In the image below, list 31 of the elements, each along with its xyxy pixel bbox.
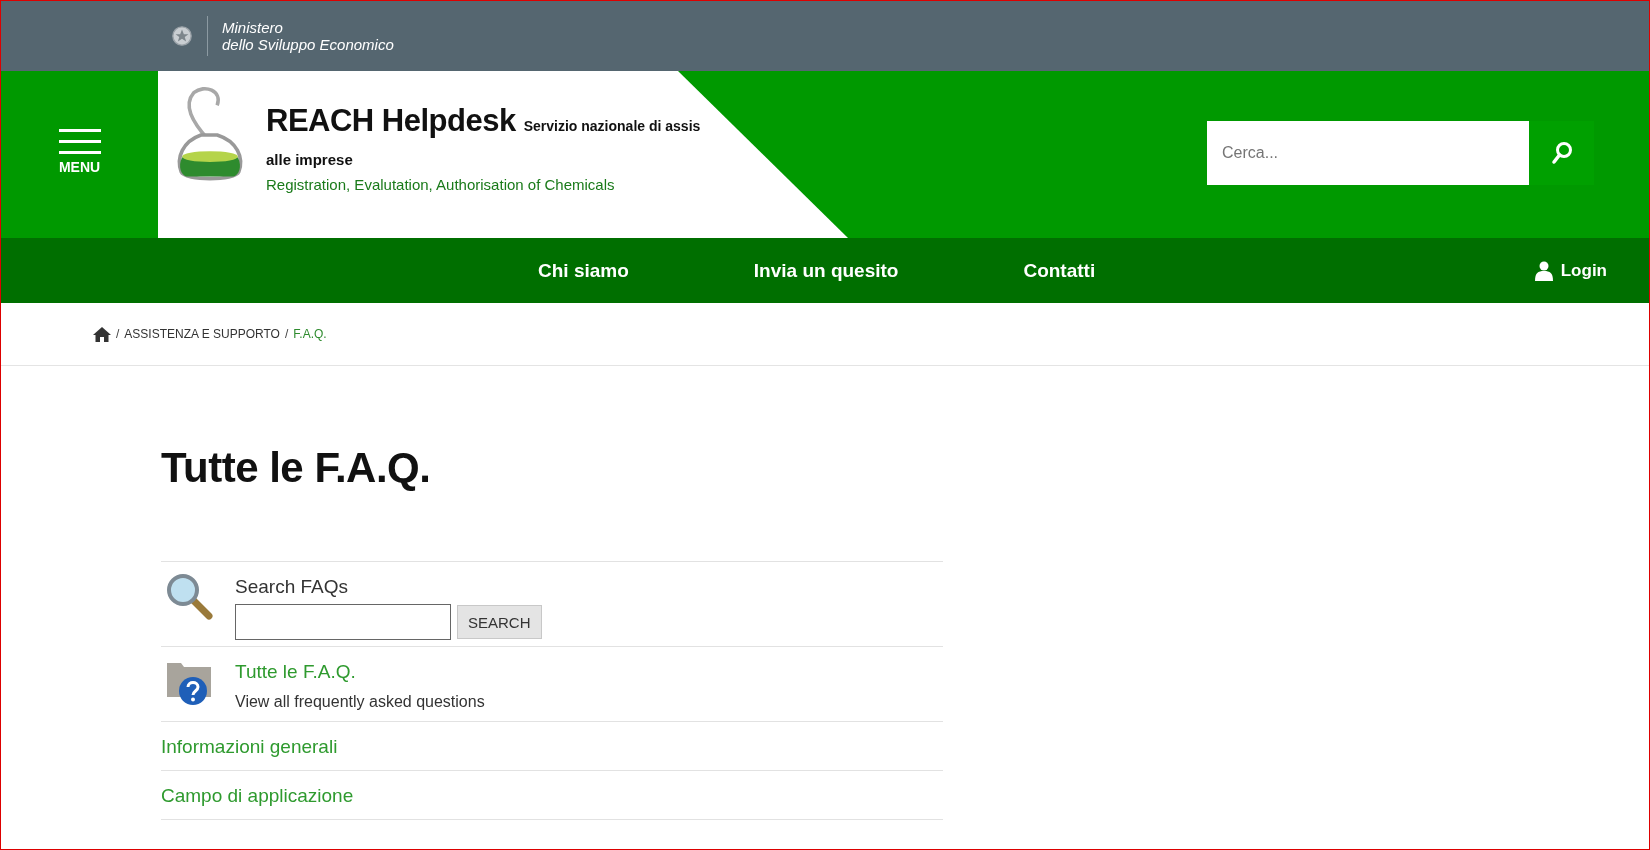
emblem-icon: [171, 23, 193, 49]
nav-link[interactable]: Chi siamo: [538, 259, 629, 282]
all-faqs-link[interactable]: Tutte le F.A.Q.: [235, 661, 485, 683]
category-link[interactable]: Campo di applicazione: [161, 785, 354, 806]
menu-icon: [58, 128, 101, 155]
magnifier-icon: [165, 572, 215, 622]
site-subtitle: alle imprese: [266, 151, 354, 168]
site-tagline: Registration, Evalutation, Authorisation of Chemicals: [266, 176, 616, 193]
breadcrumb-link[interactable]: F.A.Q.: [293, 327, 327, 341]
menu-button[interactable]: MENU: [1, 71, 158, 238]
home-icon[interactable]: [93, 326, 111, 342]
nav-link[interactable]: Invia un quesito: [753, 259, 899, 282]
breadcrumb-separator: /: [116, 327, 120, 341]
search-button[interactable]: [1529, 121, 1594, 185]
search-field[interactable]: Cerca...: [1207, 121, 1529, 185]
site-subtitle: Servizio nazionale di assis: [523, 118, 701, 134]
breadcrumb-link[interactable]: ASSISTENZA E SUPPORTO: [124, 327, 280, 341]
breadcrumb-separator: /: [284, 327, 289, 341]
site-title: REACH Helpdesk: [266, 103, 516, 139]
faq-search-button[interactable]: SEARCH: [457, 605, 542, 639]
ministry-name: Ministero: [222, 19, 284, 36]
faq-search-field[interactable]: [235, 604, 451, 640]
search-faqs-title: Search FAQs: [235, 576, 349, 598]
user-icon: [1534, 260, 1553, 281]
login-link[interactable]: Login: [1534, 260, 1607, 281]
search-icon: [1550, 141, 1573, 165]
all-faqs-description: View all frequently asked questions: [235, 693, 485, 711]
category-link[interactable]: Informazioni generali: [161, 736, 338, 757]
page-title: Tutte le F.A.Q.: [161, 444, 432, 493]
nav-link[interactable]: Contatti: [1023, 259, 1096, 282]
ministry-name: dello Sviluppo Economico: [222, 36, 394, 53]
